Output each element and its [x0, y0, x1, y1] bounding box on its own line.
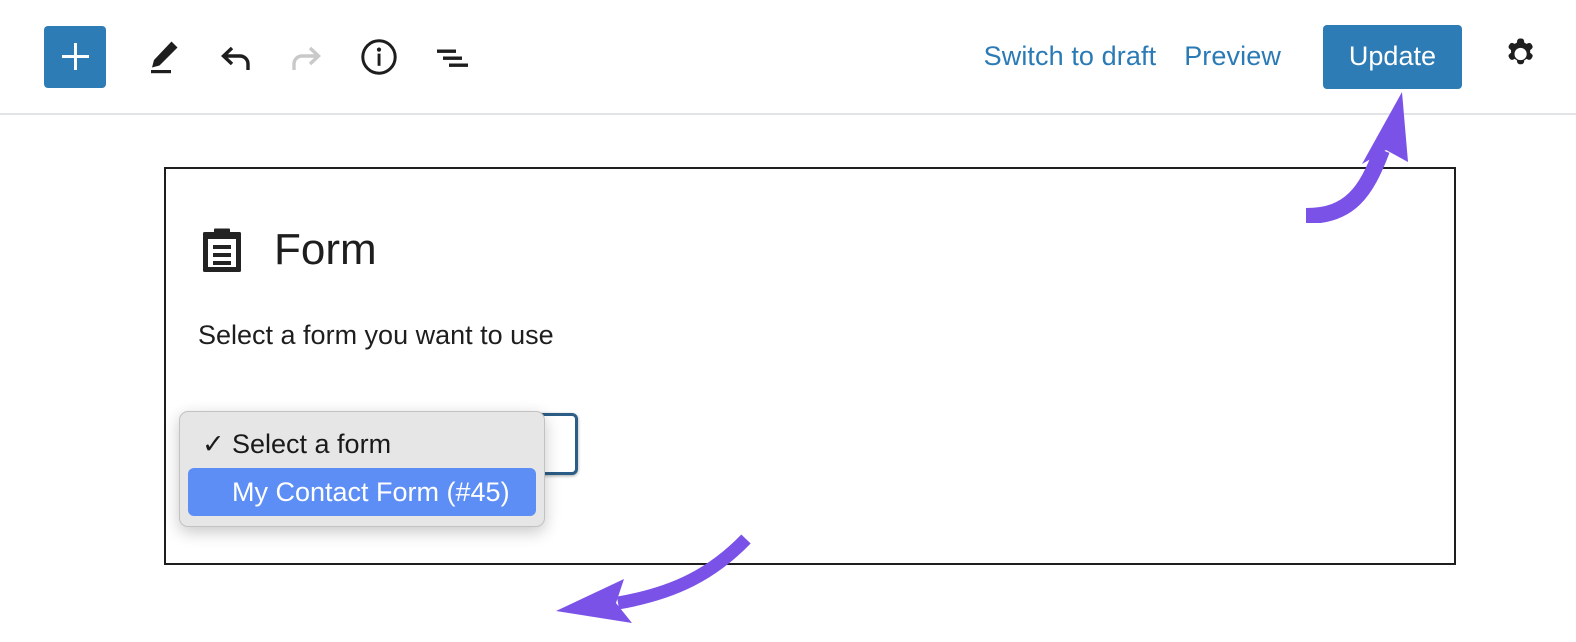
list-view-icon [428, 34, 474, 80]
toolbar-right-group: Switch to draft Preview Update [970, 24, 1576, 89]
preview-button[interactable]: Preview [1170, 33, 1295, 80]
form-block-title: Form [274, 225, 377, 274]
pencil-icon [142, 36, 184, 78]
add-block-button[interactable] [44, 25, 106, 88]
dropdown-menu[interactable]: ✓ Select a form My Contact Form (#45) [179, 411, 545, 527]
settings-button[interactable] [1494, 31, 1546, 83]
form-block-header: Form [166, 169, 1454, 274]
gear-icon [1500, 34, 1540, 79]
form-help-text: Select a form you want to use [198, 320, 554, 350]
dropdown-item-label: Select a form [232, 428, 392, 459]
redo-button[interactable] [278, 28, 336, 86]
undo-button[interactable] [206, 28, 264, 86]
undo-arrow-icon [212, 34, 258, 80]
edit-mode-button[interactable] [134, 28, 192, 86]
redo-arrow-icon [284, 34, 330, 80]
list-view-button[interactable] [422, 28, 480, 86]
editor-toolbar: Switch to draft Preview Update [0, 0, 1576, 115]
clipboard-form-icon [198, 226, 246, 274]
dropdown-item-label: My Contact Form (#45) [232, 476, 510, 507]
update-button[interactable]: Update [1322, 24, 1462, 89]
dropdown-item-my-contact-form[interactable]: My Contact Form (#45) [188, 468, 536, 516]
switch-to-draft-button[interactable]: Switch to draft [970, 33, 1171, 80]
toolbar-left-group [0, 25, 480, 88]
plus-icon [61, 43, 89, 70]
details-button[interactable] [350, 28, 408, 86]
check-icon: ✓ [202, 428, 225, 459]
info-circle-icon [357, 35, 401, 79]
dropdown-item-select-a-form[interactable]: ✓ Select a form [188, 420, 536, 468]
editor-canvas: Form Select a form you want to use [0, 115, 1576, 623]
